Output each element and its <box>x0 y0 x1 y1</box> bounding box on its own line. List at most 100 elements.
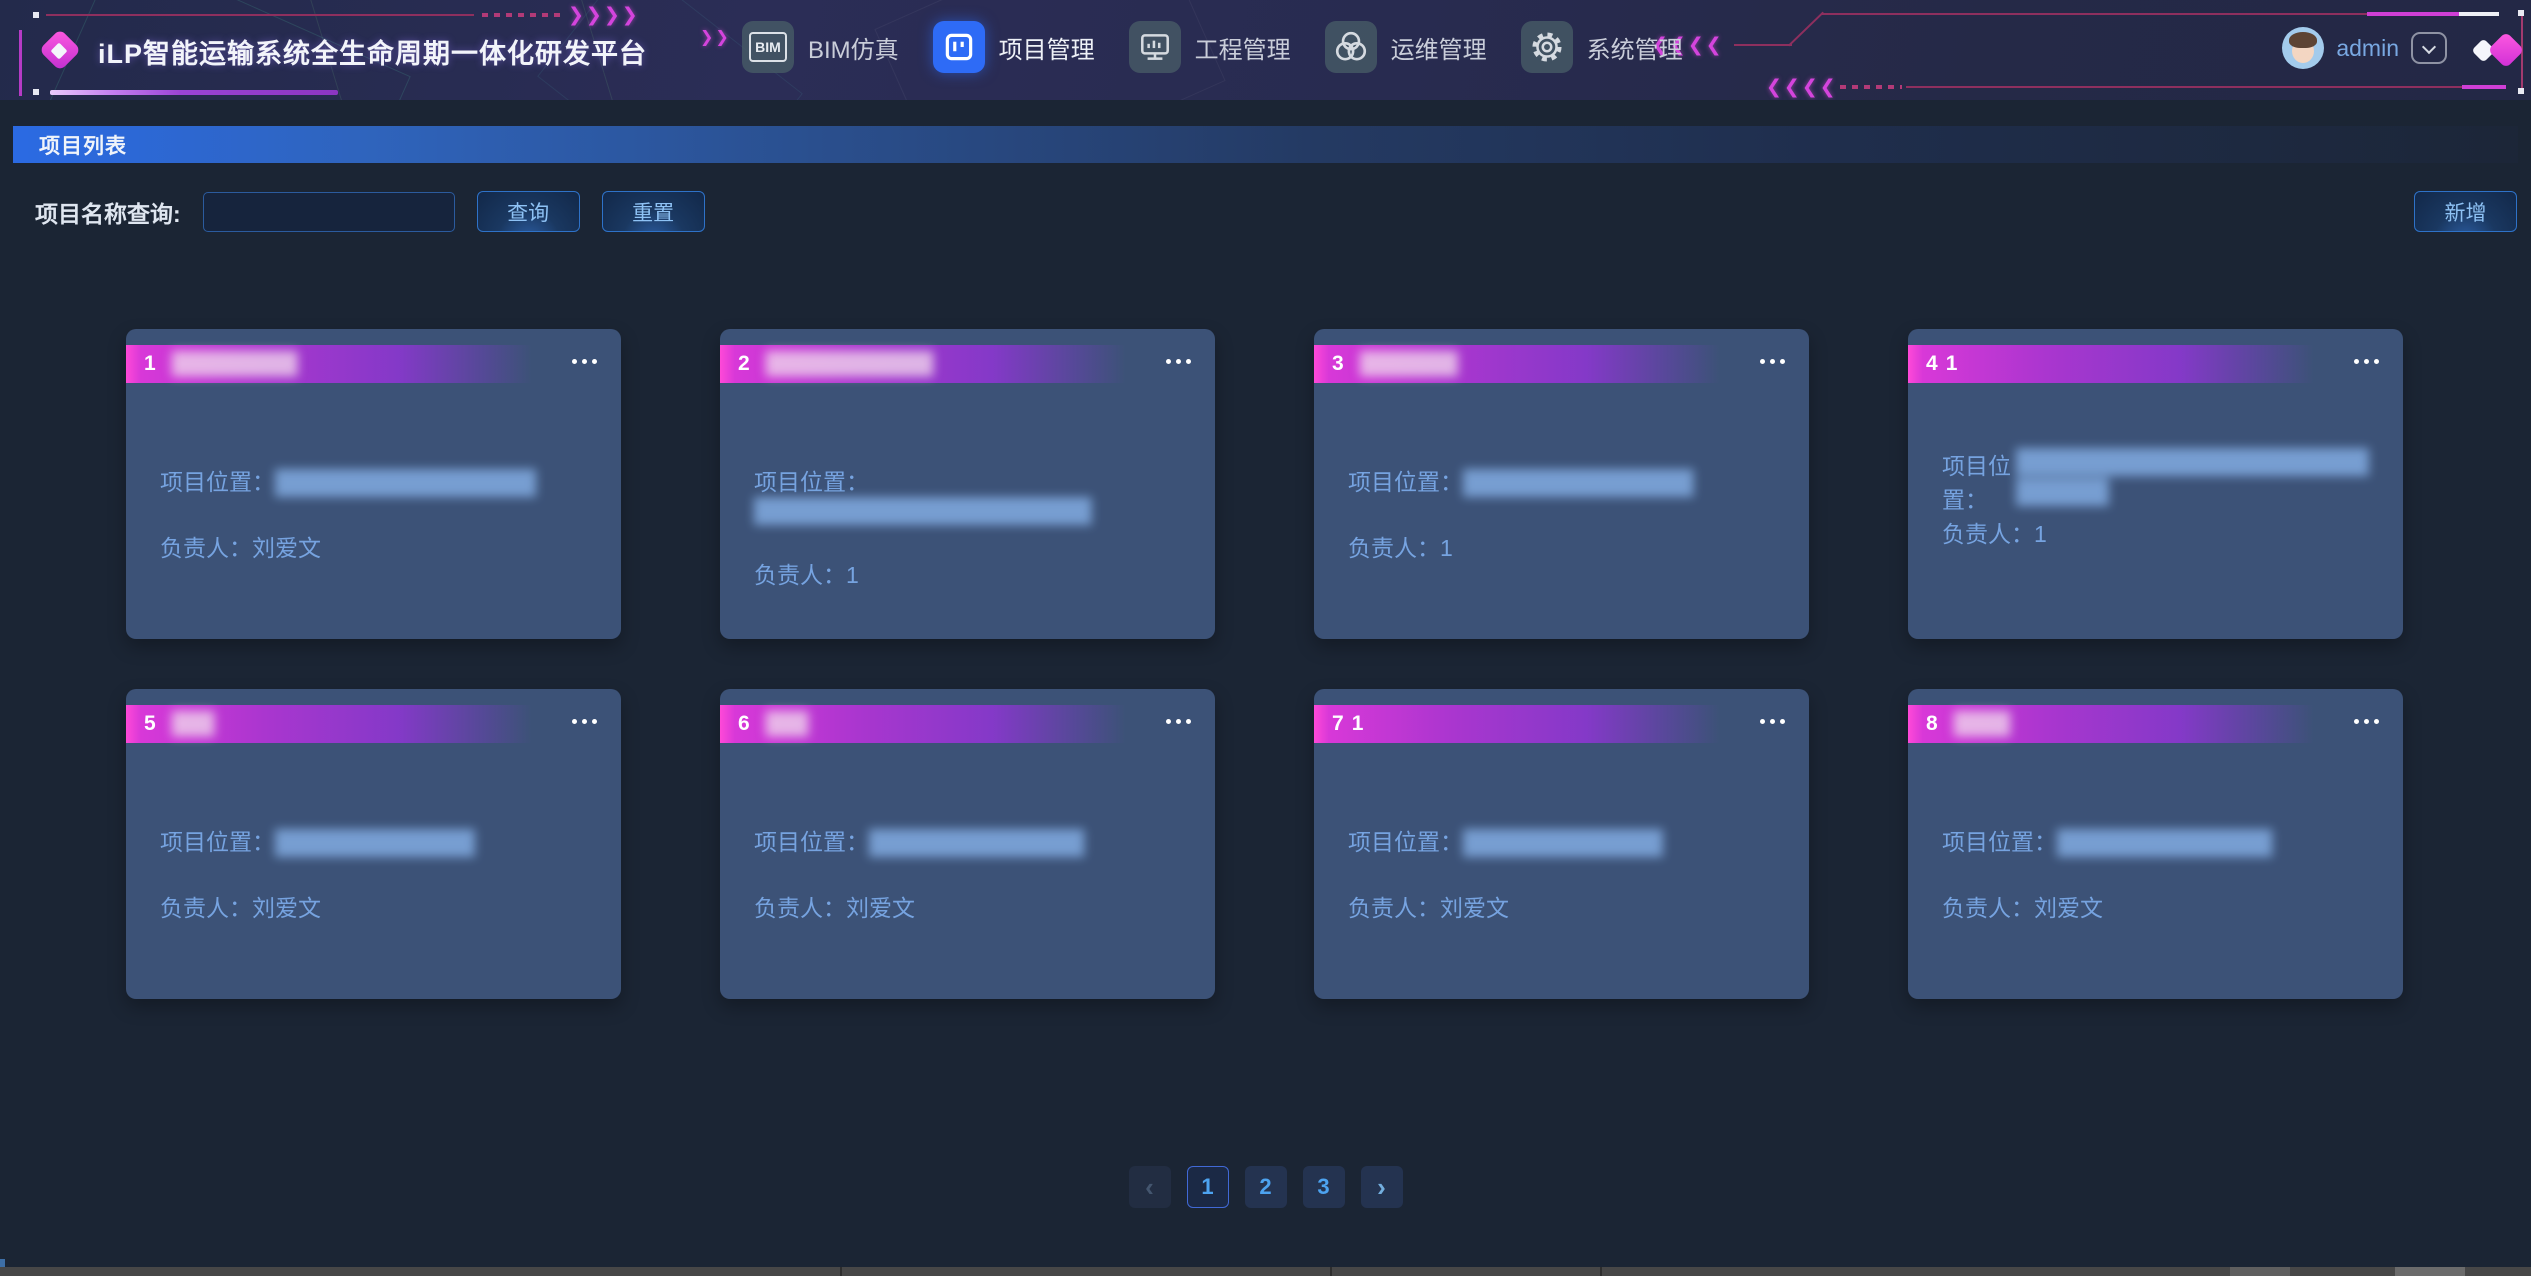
nav-item-project-management[interactable]: 项目管理 <box>933 21 1095 73</box>
owner-label: 负责人： <box>1942 895 2034 921</box>
app-logo-icon <box>40 30 82 72</box>
search-toolbar: 项目名称查询: 查询 重置 <box>35 191 705 232</box>
card-body: 项目位置：█████████████ 负责人：刘爱文 <box>126 823 621 923</box>
card-body: 项目位置：█████████████████████████████ 负责人：1 <box>1908 447 2403 549</box>
nav-item-operations[interactable]: 运维管理 <box>1325 21 1487 73</box>
user-name: admin <box>2336 35 2399 62</box>
card-body: 项目位置：█████████████████ 负责人：刘爱文 <box>126 463 621 563</box>
corner-diamond-icon <box>2471 30 2523 72</box>
bottom-left-notch <box>0 1259 5 1267</box>
owner-value: 刘爱文 <box>1440 895 1509 921</box>
more-actions-button[interactable] <box>2354 359 2379 364</box>
project-name-search-input[interactable] <box>203 192 455 232</box>
project-card-7: 71 项目位置：█████████████ 负责人：刘爱文 <box>1314 689 1809 999</box>
reset-button[interactable]: 重置 <box>602 191 705 232</box>
card-body: 项目位置：███████████████ 负责人：1 <box>1314 463 1809 563</box>
gear-icon <box>1521 21 1573 73</box>
page-button-1[interactable]: 1 <box>1187 1166 1229 1208</box>
nav-label: 系统管理 <box>1587 30 1683 65</box>
card-number: 8 <box>1926 712 1938 736</box>
owner-value: 刘爱文 <box>252 535 321 561</box>
add-button[interactable]: 新增 <box>2414 191 2517 232</box>
page-button-3[interactable]: 3 <box>1303 1166 1345 1208</box>
nav-label: 项目管理 <box>999 30 1095 65</box>
project-card-5: 5███ 项目位置：█████████████ 负责人：刘爱文 <box>126 689 621 999</box>
card-number: 3 <box>1332 352 1344 376</box>
bim-icon: BIM <box>742 21 794 73</box>
owner-value: 1 <box>2034 521 2047 547</box>
location-value-redacted: ██████████████████████ <box>754 497 1091 523</box>
more-actions-button[interactable] <box>1166 719 1191 724</box>
card-header-strip: 71 <box>1314 705 1809 743</box>
location-label: 项目位置： <box>160 469 275 495</box>
decor-line-white <box>2459 12 2499 16</box>
decor-line <box>1734 44 1792 46</box>
card-number: 4 <box>1926 352 1938 376</box>
more-actions-button[interactable] <box>1760 359 1785 364</box>
decor-line <box>46 14 474 16</box>
location-label: 项目位置： <box>1942 829 2057 855</box>
decor-chevrons-left: ❮❮❮❮ <box>1766 78 1838 97</box>
card-header-strip: 5███ <box>126 705 621 743</box>
decor-line <box>1822 13 2367 15</box>
next-page-button[interactable]: › <box>1361 1166 1403 1208</box>
monitor-chart-icon <box>1129 21 1181 73</box>
owner-label: 负责人： <box>160 895 252 921</box>
location-value-redacted: ██████████████ <box>2057 829 2271 855</box>
card-name-redacted: ████ <box>1954 712 2010 736</box>
nav-item-engineering[interactable]: 工程管理 <box>1129 21 1291 73</box>
card-name-redacted: ████████████ <box>766 352 933 376</box>
owner-value: 刘爱文 <box>846 895 915 921</box>
nav-item-system[interactable]: 系统管理 <box>1521 21 1683 73</box>
decor-chevrons-right-small: ❯❯ <box>700 30 731 46</box>
decor-chevrons-right: ❯❯❯❯ <box>568 6 640 25</box>
page-title: 项目列表 <box>13 130 127 160</box>
top-bar: ❯❯❯❯ ❯❯ ❮❮❮❮ ❮❮❮❮ iLP智能运输系统全生命周期一体化研发平台 <box>0 0 2531 100</box>
prev-page-button[interactable]: ‹ <box>1129 1166 1171 1208</box>
query-button[interactable]: 查询 <box>477 191 580 232</box>
decor-line-bright <box>2367 12 2459 16</box>
card-body: 项目位置：██████████████ 负责人：刘爱文 <box>1908 823 2403 923</box>
project-card-grid: 1█████████ 项目位置：█████████████████ 负责人：刘爱… <box>126 329 2403 999</box>
window-bottom-edge <box>0 1267 2531 1276</box>
more-actions-button[interactable] <box>2354 719 2379 724</box>
nav-label: BIM仿真 <box>808 30 899 65</box>
card-name: 1 <box>1946 352 1958 376</box>
more-actions-button[interactable] <box>1166 359 1191 364</box>
card-number: 2 <box>738 352 750 376</box>
card-body: 项目位置：██████████████ 负责人：刘爱文 <box>720 823 1215 923</box>
chevron-down-icon[interactable] <box>2411 32 2447 64</box>
card-name-redacted: ███ <box>172 712 214 736</box>
decor-line <box>1788 12 1824 47</box>
project-card-3: 3███████ 项目位置：███████████████ 负责人：1 <box>1314 329 1809 639</box>
card-header-strip: 3███████ <box>1314 345 1809 383</box>
project-card-2: 2 ████████████ 项目位置：█████████████████████… <box>720 329 1215 639</box>
owner-label: 负责人： <box>1348 535 1440 561</box>
owner-label: 负责人： <box>160 535 252 561</box>
card-body: 项目位置：██████████████████████ 负责人：1 <box>720 463 1215 590</box>
brand: iLP智能运输系统全生命周期一体化研发平台 <box>40 30 647 72</box>
more-actions-button[interactable] <box>572 719 597 724</box>
kanban-icon <box>933 21 985 73</box>
nav-item-bim[interactable]: BIM BIM仿真 <box>742 21 899 73</box>
more-actions-button[interactable] <box>572 359 597 364</box>
location-label: 项目位置： <box>1942 447 2016 515</box>
card-number: 1 <box>144 352 156 376</box>
card-header-strip: 2 ████████████ <box>720 345 1215 383</box>
location-value-redacted: █████████████ <box>1463 829 1662 855</box>
pagination: ‹ 1 2 3 › <box>1129 1166 1403 1208</box>
project-card-6: 6███ 项目位置：██████████████ 负责人：刘爱文 <box>720 689 1215 999</box>
user-menu[interactable]: admin <box>2282 27 2447 69</box>
project-card-8: 8 ████ 项目位置：██████████████ 负责人：刘爱文 <box>1908 689 2403 999</box>
owner-label: 负责人： <box>754 895 846 921</box>
project-card-1: 1█████████ 项目位置：█████████████████ 负责人：刘爱… <box>126 329 621 639</box>
location-value-redacted: █████████████ <box>275 829 474 855</box>
location-value-redacted: █████████████████ <box>275 469 535 495</box>
decor-line <box>1906 86 2462 88</box>
decor-dashes <box>482 13 562 17</box>
nav-label: 运维管理 <box>1391 30 1487 65</box>
section-header: 项目列表 <box>13 126 2518 163</box>
location-label: 项目位置： <box>1348 469 1463 495</box>
page-button-2[interactable]: 2 <box>1245 1166 1287 1208</box>
more-actions-button[interactable] <box>1760 719 1785 724</box>
